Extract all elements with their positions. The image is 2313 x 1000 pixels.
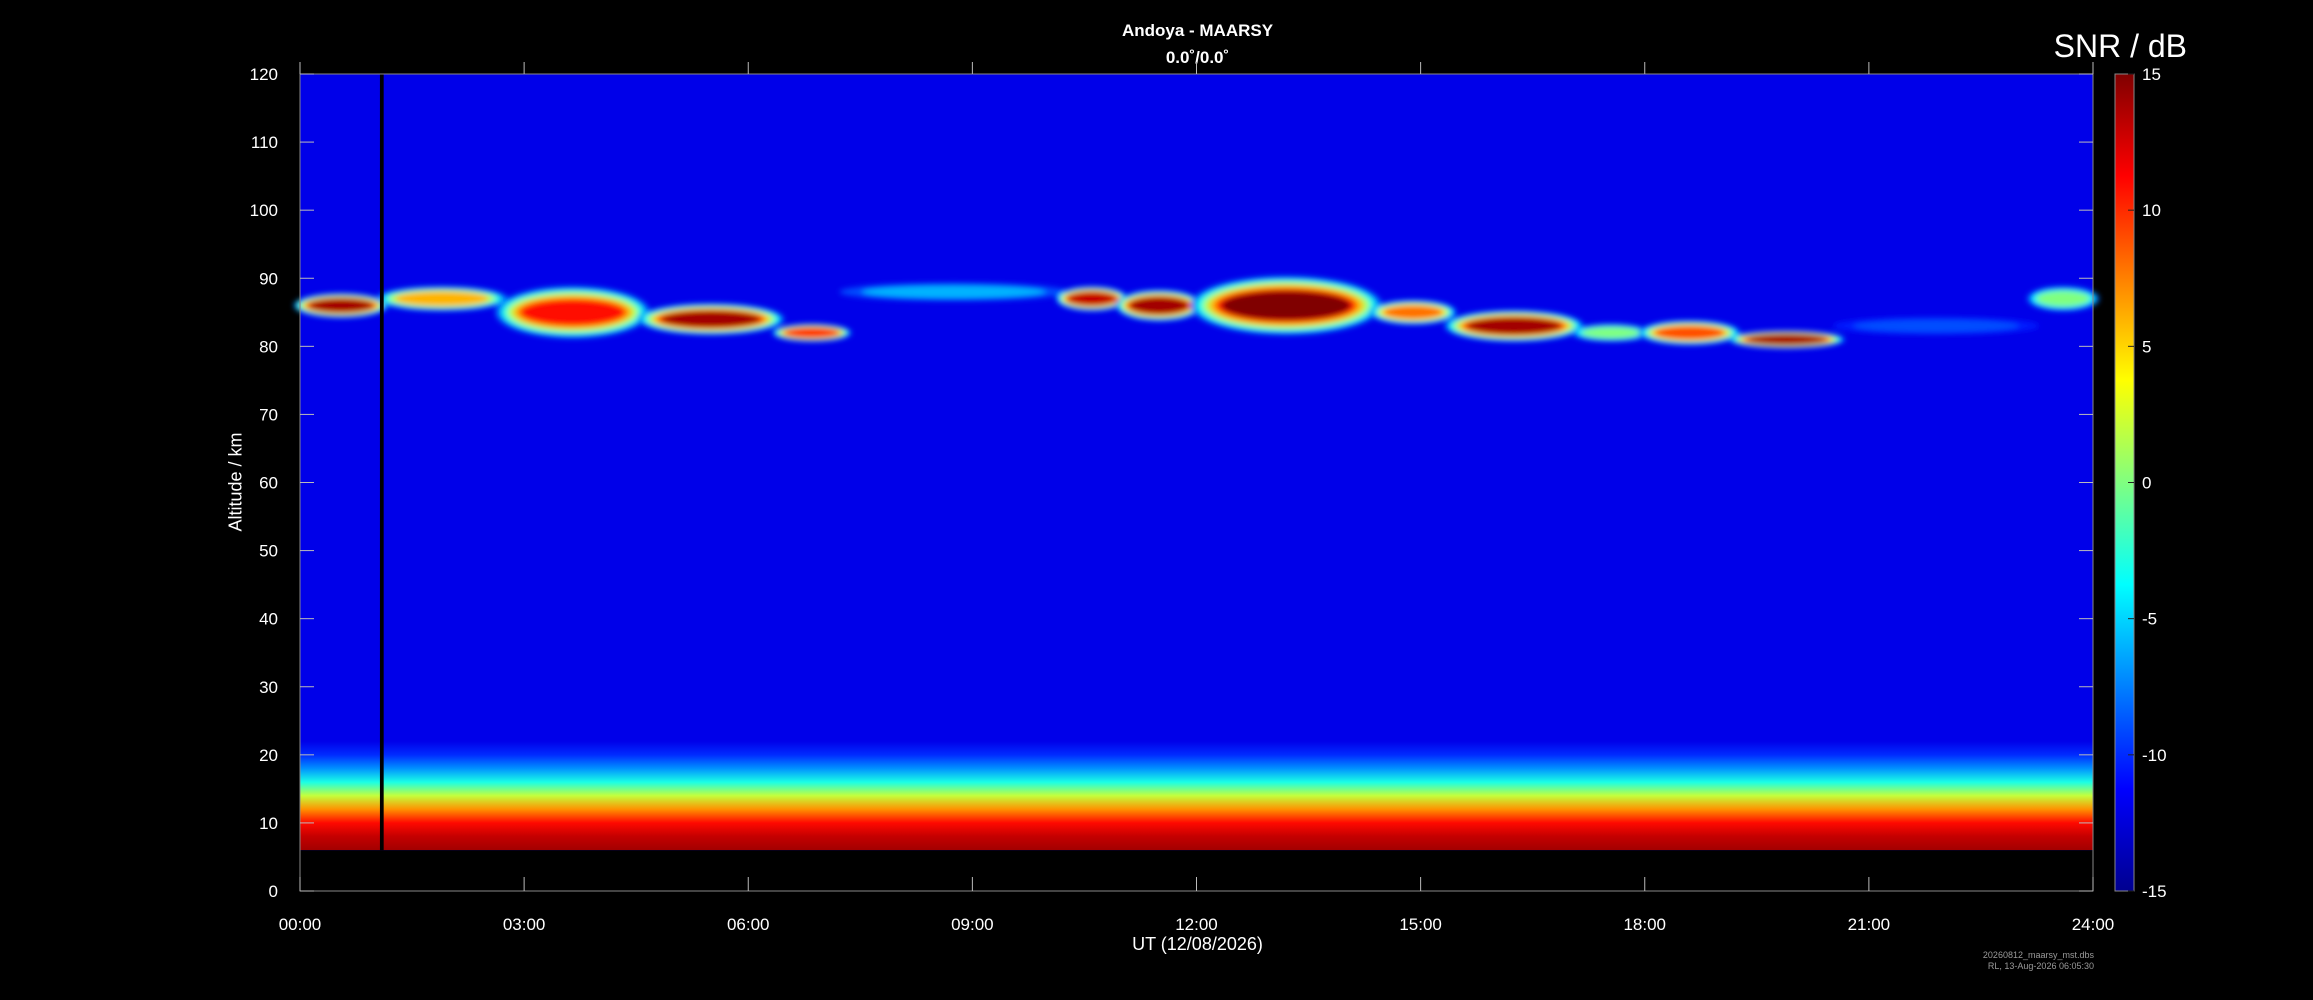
echo-layer-12 [1654,325,1725,340]
echo-layer-13 [1747,334,1827,345]
echo-layer-9 [1383,305,1444,320]
echo-layer-14 [1853,319,2020,333]
colorbar-tick-label: -15 [2142,882,2167,901]
y-tick-label: 0 [269,882,278,901]
y-tick-label: 110 [251,133,278,152]
x-tick-label: 03:00 [503,915,546,934]
colorbar-tick-label: -10 [2142,746,2167,765]
plot-area [294,74,2099,891]
echo-layer-0 [309,298,374,313]
y-tick-label: 40 [259,610,278,629]
y-tick-label: 70 [259,405,278,424]
x-tick-label: 21:00 [1848,915,1891,934]
colorbar-tick-label: 5 [2142,337,2151,356]
x-tick-label: 15:00 [1399,915,1442,934]
y-tick-label: 80 [259,337,278,356]
echo-layer-5 [861,285,1046,299]
y-tick-label: 30 [259,678,278,697]
echo-layer-6 [1067,291,1117,306]
data-gap [379,74,384,851]
echo-layer-1 [395,291,489,306]
x-tick-label: 24:00 [2072,915,2115,934]
colorbar-tick-label: 0 [2142,474,2151,493]
y-tick-label: 90 [259,269,278,288]
echo-layer-2 [519,298,626,326]
echo-layer-7 [1129,297,1189,314]
colorbar-tick-label: -5 [2142,610,2157,629]
colorbar-tick-label: 15 [2142,65,2161,84]
heatmap-chart: 00:00 03:00 06:00 09:00 12:00 15:00 18:00 21:00… [250,62,2167,934]
echo-layer-3 [661,310,761,328]
echo-layer-8 [1221,291,1351,320]
y-tick-label: 60 [259,474,278,493]
y-tick-label: 120 [250,65,278,84]
colorbar-tick-label: 10 [2142,201,2161,220]
x-tick-label: 00:00 [279,915,322,934]
colorbar: 15 10 5 0 -5 -10 -15 [2114,65,2167,901]
y-tick-label: 50 [259,542,278,561]
x-tick-label: 12:00 [1175,915,1218,934]
y-tick-label: 10 [259,814,278,833]
y-tick-label: 20 [259,746,278,765]
echo-layer-15 [2036,290,2090,307]
echo-layer-10 [1467,317,1562,335]
x-tick-label: 18:00 [1623,915,1666,934]
lower-atmosphere-echoes [300,741,2093,851]
echo-layer-4 [784,327,840,338]
y-tick-label: 100 [250,201,278,220]
x-tick-label: 09:00 [951,915,994,934]
echo-layer-11 [1581,326,1641,339]
x-tick-label: 06:00 [727,915,770,934]
